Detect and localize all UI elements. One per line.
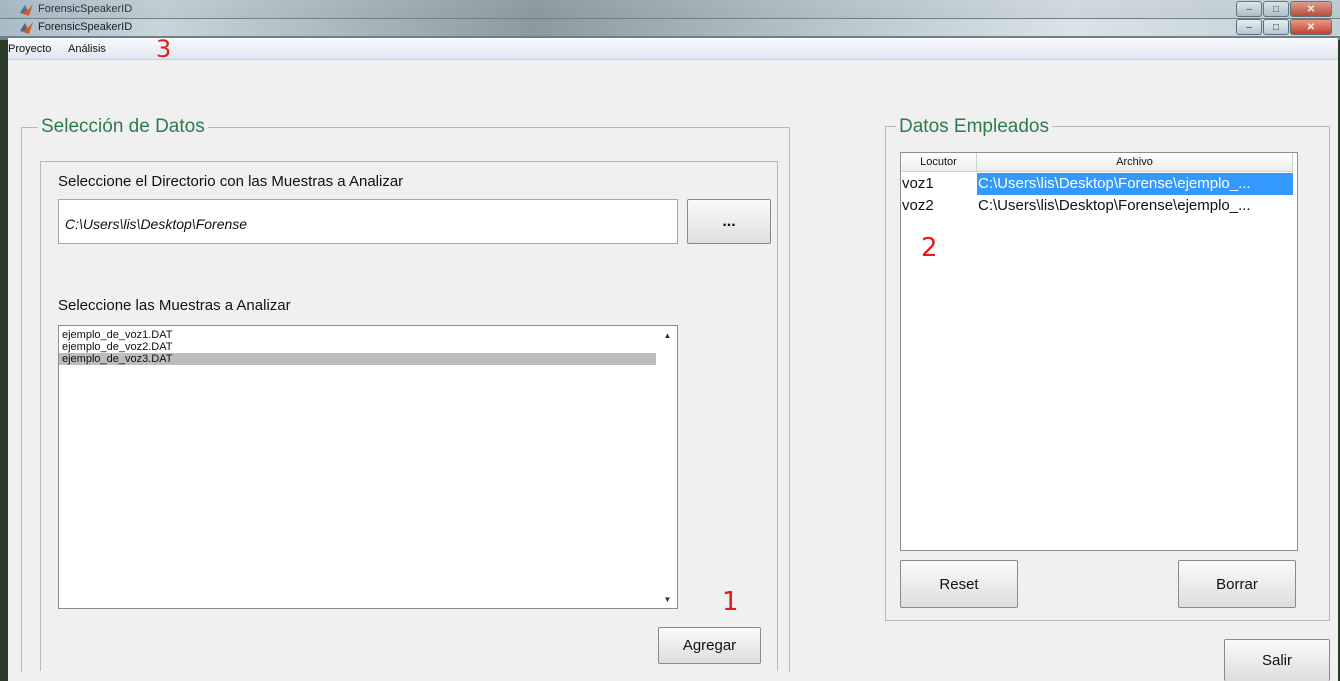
samples-list: ejemplo_de_voz1.DAT ejemplo_de_voz2.DAT ej… bbox=[59, 326, 656, 365]
background-window-titlebar: ForensicSpeakerID – □ ✕ bbox=[0, 0, 1340, 19]
directory-label: Seleccione el Directorio con las Muestra… bbox=[58, 173, 404, 190]
annotation-two: 2 bbox=[921, 233, 938, 263]
close-icon[interactable]: ✕ bbox=[1290, 1, 1332, 17]
samples-listbox[interactable]: ejemplo_de_voz1.DAT ejemplo_de_voz2.DAT ej… bbox=[58, 325, 678, 609]
locutor-header[interactable]: Locutor bbox=[901, 153, 977, 172]
matlab-icon bbox=[20, 22, 33, 34]
table-row[interactable]: voz2 C:\Users\lis\Desktop\Forense\ejemplo… bbox=[901, 195, 1297, 217]
table-row[interactable]: voz1 C:\Users\lis\Desktop\Forense\ejemplo… bbox=[901, 173, 1297, 195]
salir-button[interactable]: Salir bbox=[1224, 639, 1330, 681]
annotation-one: 1 bbox=[722, 587, 739, 617]
sample-item[interactable]: ejemplo_de_voz3.DAT bbox=[59, 353, 656, 365]
sample-item[interactable]: ejemplo_de_voz2.DAT bbox=[59, 341, 656, 353]
background-window-title: ForensicSpeakerID bbox=[38, 3, 133, 15]
minimize-icon[interactable]: – bbox=[1236, 19, 1262, 35]
locutor-cell[interactable]: voz2 bbox=[901, 195, 977, 217]
window-titlebar: ForensicSpeakerID – □ ✕ bbox=[0, 19, 1340, 37]
datos-empleados-title: Datos Empleados bbox=[896, 116, 1052, 138]
minimize-icon[interactable]: – bbox=[1236, 1, 1262, 17]
agregar-button[interactable]: Agregar bbox=[658, 627, 761, 664]
borrar-button[interactable]: Borrar bbox=[1178, 560, 1296, 608]
archivo-cell[interactable]: C:\Users\lis\Desktop\Forense\ejemplo_... bbox=[977, 173, 1293, 195]
maximize-icon[interactable]: □ bbox=[1263, 19, 1289, 35]
window-title: ForensicSpeakerID bbox=[38, 21, 133, 33]
matlab-icon bbox=[20, 4, 33, 16]
scroll-up-icon[interactable]: ▲ bbox=[658, 328, 677, 342]
menu-analisis[interactable]: Análisis bbox=[68, 43, 106, 55]
sample-item[interactable]: ejemplo_de_voz1.DAT bbox=[59, 329, 656, 341]
browse-button[interactable]: ... bbox=[687, 199, 771, 244]
main-window: Proyecto Análisis 3 Selección de Datos S… bbox=[8, 35, 1338, 681]
directory-field[interactable]: C:\Users\lis\Desktop\Forense bbox=[58, 199, 678, 244]
reset-button[interactable]: Reset bbox=[900, 560, 1018, 608]
annotation-three: 3 bbox=[156, 35, 172, 63]
menu-bar: Proyecto Análisis 3 bbox=[8, 35, 1338, 63]
samples-label: Seleccione las Muestras a Analizar bbox=[58, 297, 291, 314]
archivo-cell[interactable]: C:\Users\lis\Desktop\Forense\ejemplo_... bbox=[977, 195, 1293, 217]
window-controls: – □ ✕ bbox=[1235, 19, 1332, 35]
seleccion-datos-title: Selección de Datos bbox=[38, 116, 208, 138]
maximize-icon[interactable]: □ bbox=[1263, 1, 1289, 17]
scroll-down-icon[interactable]: ▼ bbox=[658, 592, 677, 606]
close-icon[interactable]: ✕ bbox=[1290, 19, 1332, 35]
background-window-controls: – □ ✕ bbox=[1235, 1, 1332, 17]
archivo-header[interactable]: Archivo bbox=[977, 153, 1293, 172]
menu-proyecto[interactable]: Proyecto bbox=[8, 43, 51, 55]
locutor-cell[interactable]: voz1 bbox=[901, 173, 977, 195]
datos-table[interactable]: Locutor Archivo voz1 C:\Users\lis\Desktop… bbox=[900, 152, 1298, 551]
